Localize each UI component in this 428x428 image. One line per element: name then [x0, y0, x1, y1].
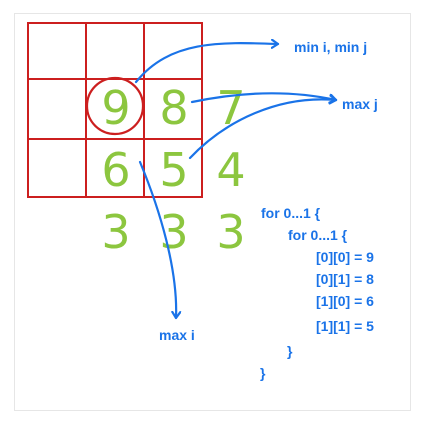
digit-6: 6	[101, 143, 130, 197]
digits: 9 8 7 6 5 4 3 3 3	[101, 81, 245, 259]
code-inner-for: for 0...1 {	[288, 227, 348, 243]
label-min-i-min-j: min i, min j	[294, 39, 367, 55]
code-inner-close: }	[287, 343, 293, 359]
code-outer-for: for 0...1 {	[261, 205, 321, 221]
arrow-max-j-from-5	[188, 99, 338, 160]
code-line-11: [1][1] = 5	[316, 318, 374, 334]
label-max-j: max j	[342, 96, 378, 112]
arrow-min-i-min-j	[134, 43, 280, 84]
code-line-10: [1][0] = 6	[316, 293, 374, 309]
arrow-max-j-from-8	[190, 92, 338, 102]
code-outer-close: }	[260, 365, 266, 381]
digit-3-right: 3	[216, 205, 245, 259]
digit-5: 5	[159, 143, 188, 197]
digit-3-left: 3	[101, 205, 130, 259]
digit-4: 4	[216, 143, 245, 197]
label-max-i: max i	[159, 327, 195, 343]
digit-9: 9	[101, 81, 130, 135]
digit-7: 7	[216, 81, 245, 135]
digit-8: 8	[159, 81, 188, 135]
matrix-diagram: 9 8 7 6 5 4 3 3 3 min i, min j max j max…	[27, 22, 378, 381]
code-line-01: [0][1] = 8	[316, 271, 374, 287]
code-line-00: [0][0] = 9	[316, 249, 374, 265]
code-block: for 0...1 { for 0...1 { [0][0] = 9 [0][1…	[260, 205, 374, 381]
